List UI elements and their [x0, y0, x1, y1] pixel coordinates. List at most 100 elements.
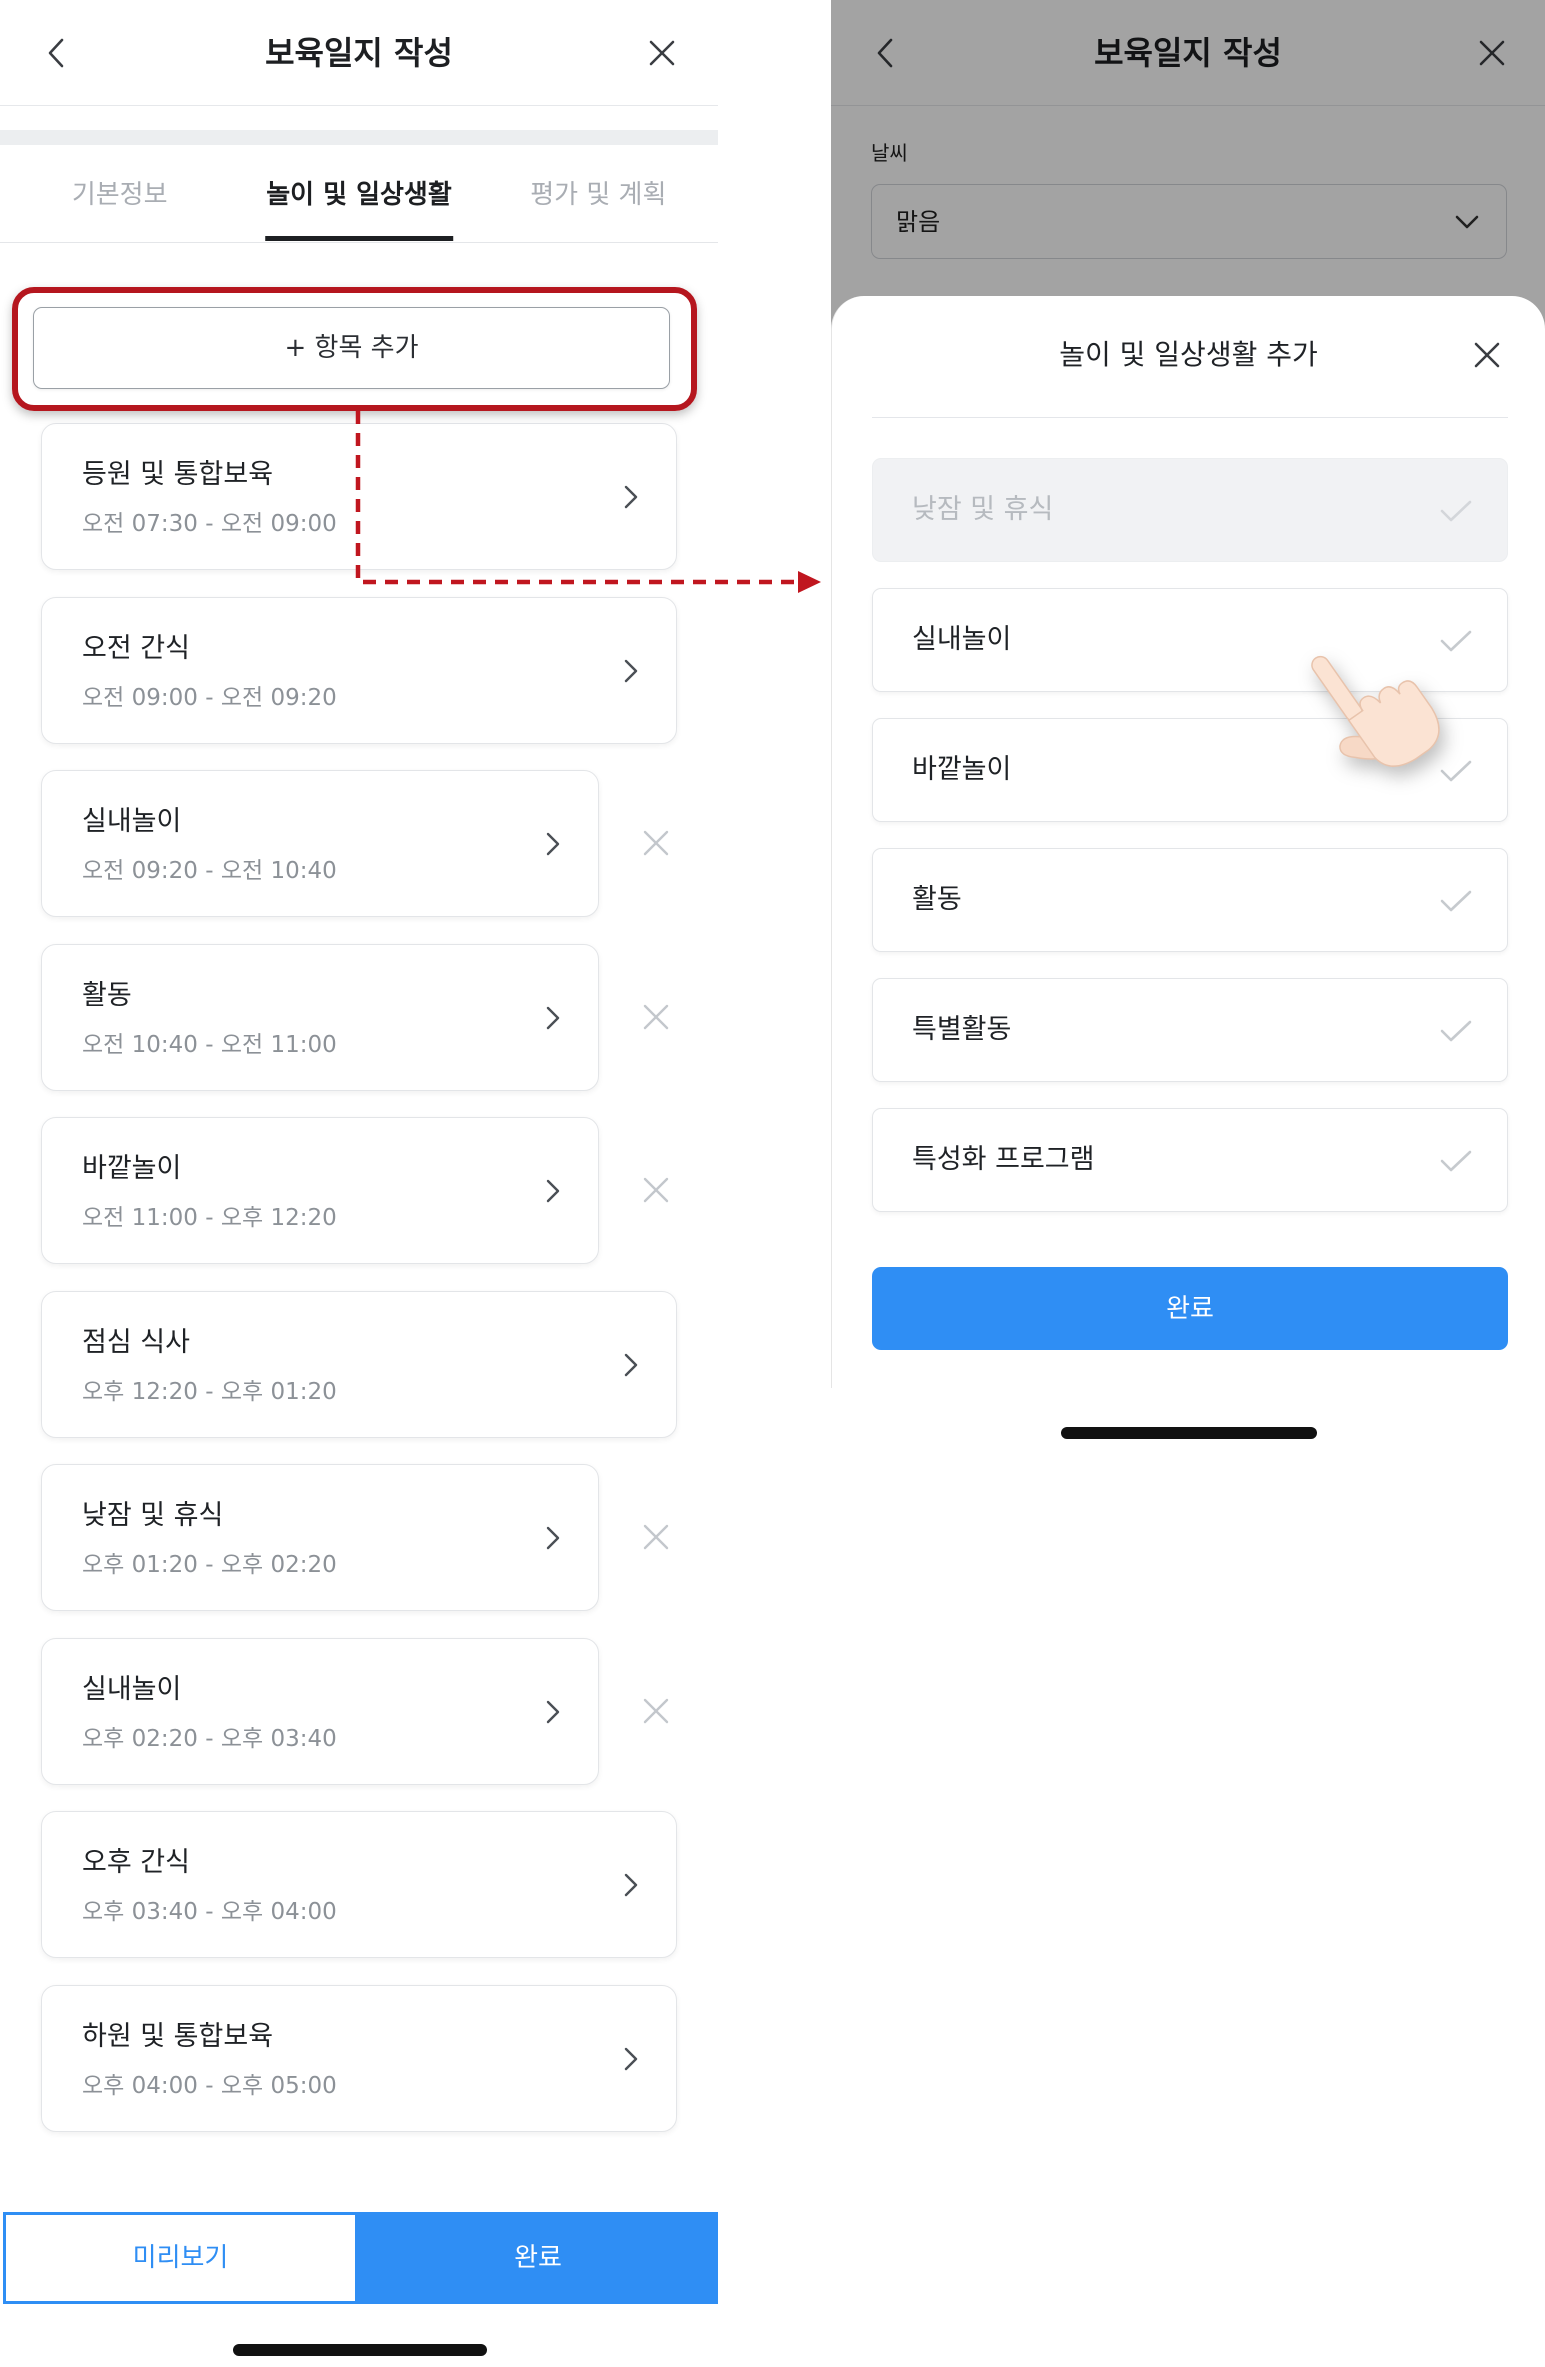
option-label: 낮잠 및 휴식: [912, 494, 1054, 525]
schedule-time: 오후 12:20 - 오후 01:20: [82, 1378, 337, 1405]
check-icon: [1440, 1020, 1472, 1042]
connector-arrowhead: [798, 571, 821, 593]
chevron-right-icon: [624, 1873, 638, 1897]
chevron-right-icon: [624, 485, 638, 509]
schedule-title: 점심 식사: [82, 1326, 190, 1358]
activity-option[interactable]: 특성화 프로그램: [872, 1108, 1508, 1212]
daily-log-screen: 보육일지 작성 기본정보 놀이 및 일상생활 평가 및 계획 + 항목 추가 등…: [0, 0, 718, 2367]
tab-label: 기본정보: [71, 180, 168, 210]
chevron-right-icon: [624, 1353, 638, 1376]
tab-label: 평가 및 계획: [530, 180, 667, 210]
activity-option[interactable]: 특별활동: [872, 978, 1508, 1082]
schedule-card[interactable]: 실내놀이 오전 09:20 - 오전 10:40: [41, 770, 599, 917]
schedule-title: 오전 간식: [82, 632, 190, 664]
done-label: 완료: [514, 2243, 562, 2273]
delete-item-button[interactable]: [632, 1166, 680, 1214]
schedule-card[interactable]: 오후 간식 오후 03:40 - 오후 04:00: [41, 1811, 677, 1958]
option-label: 특별활동: [912, 1014, 1012, 1045]
schedule-card[interactable]: 점심 식사 오후 12:20 - 오후 01:20: [41, 1290, 677, 1438]
tab-play-daily-life[interactable]: 놀이 및 일상생활: [239, 145, 478, 242]
add-item-label: + 항목 추가: [284, 333, 419, 363]
close-icon: [643, 830, 669, 856]
close-icon: [649, 40, 675, 66]
close-icon: [643, 1004, 669, 1029]
schedule-card[interactable]: 실내놀이 오후 02:20 - 오후 03:40: [41, 1637, 599, 1785]
schedule-list: 등원 및 통합보육 오전 07:30 - 오전 09:00 오전 간식 오전 0…: [41, 423, 677, 2132]
schedule-row: 점심 식사 오후 12:20 - 오후 01:20: [41, 1290, 677, 1438]
schedule-row: 등원 및 통합보육 오전 07:30 - 오전 09:00: [41, 423, 677, 570]
schedule-title: 하원 및 통합보육: [82, 2020, 274, 2052]
schedule-card[interactable]: 낮잠 및 휴식 오후 01:20 - 오후 02:20: [41, 1464, 599, 1611]
tab-evaluation-plan[interactable]: 평가 및 계획: [479, 145, 718, 242]
schedule-title: 바깥놀이: [82, 1153, 182, 1184]
add-activity-screen: 보육일지 작성 날씨 맑음 놀이 및 일상생활 추가 낮잠 및 휴식 실내놀이 …: [831, 0, 1545, 1470]
schedule-row: 활동 오전 10:40 - 오전 11:00: [41, 943, 680, 1091]
schedule-time: 오전 10:40 - 오전 11:00: [82, 1031, 337, 1058]
schedule-card[interactable]: 하원 및 통합보육 오후 04:00 - 오후 05:00: [41, 1984, 677, 2132]
schedule-time: 오후 04:00 - 오후 05:00: [82, 2072, 337, 2099]
bottom-sheet: 놀이 및 일상생활 추가 낮잠 및 휴식 실내놀이 바깥놀이 활동 특별활동 특…: [831, 296, 1545, 1388]
sheet-done-label: 완료: [1166, 1293, 1214, 1324]
schedule-row: 실내놀이 오후 02:20 - 오후 03:40: [41, 1637, 680, 1785]
schedule-row: 오전 간식 오전 09:00 - 오전 09:20: [41, 596, 677, 744]
schedule-row: 오후 간식 오후 03:40 - 오후 04:00: [41, 1811, 677, 1958]
activity-option[interactable]: 활동: [872, 848, 1508, 952]
tab-basic-info[interactable]: 기본정보: [0, 145, 239, 242]
schedule-title: 실내놀이: [82, 806, 182, 837]
schedule-title: 활동: [82, 979, 132, 1011]
schedule-time: 오전 09:00 - 오전 09:20: [82, 684, 337, 711]
home-indicator: [233, 2344, 487, 2356]
schedule-row: 바깥놀이 오전 11:00 - 오후 12:20: [41, 1117, 677, 1264]
tab-label: 놀이 및 일상생활: [265, 180, 453, 241]
chevron-right-icon: [546, 1526, 560, 1550]
top-bar: 보육일지 작성: [0, 0, 718, 106]
check-icon: [1440, 1150, 1472, 1172]
delete-item-button[interactable]: [632, 1687, 680, 1735]
add-item-button[interactable]: + 항목 추가: [33, 307, 670, 389]
chevron-right-icon: [546, 1179, 560, 1203]
sheet-done-button[interactable]: 완료: [872, 1267, 1508, 1350]
schedule-row: 실내놀이 오전 09:20 - 오전 10:40: [41, 770, 677, 917]
sheet-title: 놀이 및 일상생활 추가: [1059, 338, 1318, 371]
close-button[interactable]: [648, 39, 676, 67]
schedule-title: 실내놀이: [82, 1673, 182, 1705]
schedule-row: 낮잠 및 휴식 오후 01:20 - 오후 02:20: [41, 1464, 677, 1611]
schedule-row: 하원 및 통합보육 오후 04:00 - 오후 05:00: [41, 1984, 677, 2132]
schedule-time: 오전 11:00 - 오후 12:20: [82, 1205, 337, 1231]
schedule-time: 오전 07:30 - 오전 09:00: [82, 511, 337, 537]
section-divider: [0, 130, 718, 145]
schedule-card[interactable]: 오전 간식 오전 09:00 - 오전 09:20: [41, 596, 677, 744]
check-icon: [1440, 890, 1472, 912]
schedule-card[interactable]: 활동 오전 10:40 - 오전 11:00: [41, 943, 599, 1091]
close-icon: [643, 1524, 669, 1550]
option-label: 활동: [912, 884, 962, 915]
option-label: 특성화 프로그램: [912, 1144, 1095, 1175]
schedule-time: 오후 01:20 - 오후 02:20: [82, 1552, 337, 1578]
chevron-right-icon: [546, 1006, 560, 1029]
schedule-card[interactable]: 등원 및 통합보육 오전 07:30 - 오전 09:00: [41, 423, 677, 570]
tab-bar: 기본정보 놀이 및 일상생활 평가 및 계획: [0, 145, 718, 243]
preview-label: 미리보기: [132, 2243, 229, 2273]
hand-pointer-icon: [1311, 655, 1440, 767]
schedule-title: 등원 및 통합보육: [82, 459, 274, 490]
schedule-time: 오후 02:20 - 오후 03:40: [82, 1725, 337, 1752]
dim-overlay[interactable]: [831, 0, 1545, 340]
divider: [872, 417, 1508, 418]
schedule-title: 낮잠 및 휴식: [82, 1500, 224, 1531]
delete-item-button[interactable]: [632, 993, 680, 1041]
option-label: 실내놀이: [912, 624, 1012, 655]
activity-options: 낮잠 및 휴식 실내놀이 바깥놀이 활동 특별활동 특성화 프로그램: [872, 458, 1508, 1212]
chevron-right-icon: [624, 659, 638, 682]
delete-item-button[interactable]: [632, 819, 680, 867]
done-button[interactable]: 완료: [358, 2212, 718, 2304]
delete-item-button[interactable]: [632, 1513, 680, 1561]
schedule-title: 오후 간식: [82, 1847, 190, 1878]
sheet-close-button[interactable]: [1473, 341, 1501, 369]
home-indicator: [1061, 1427, 1317, 1439]
close-icon: [1474, 342, 1500, 368]
option-label: 바깥놀이: [912, 754, 1012, 785]
chevron-right-icon: [546, 832, 560, 856]
page-title: 보육일지 작성: [265, 34, 453, 72]
preview-button[interactable]: 미리보기: [3, 2212, 358, 2304]
schedule-card[interactable]: 바깥놀이 오전 11:00 - 오후 12:20: [41, 1117, 599, 1264]
